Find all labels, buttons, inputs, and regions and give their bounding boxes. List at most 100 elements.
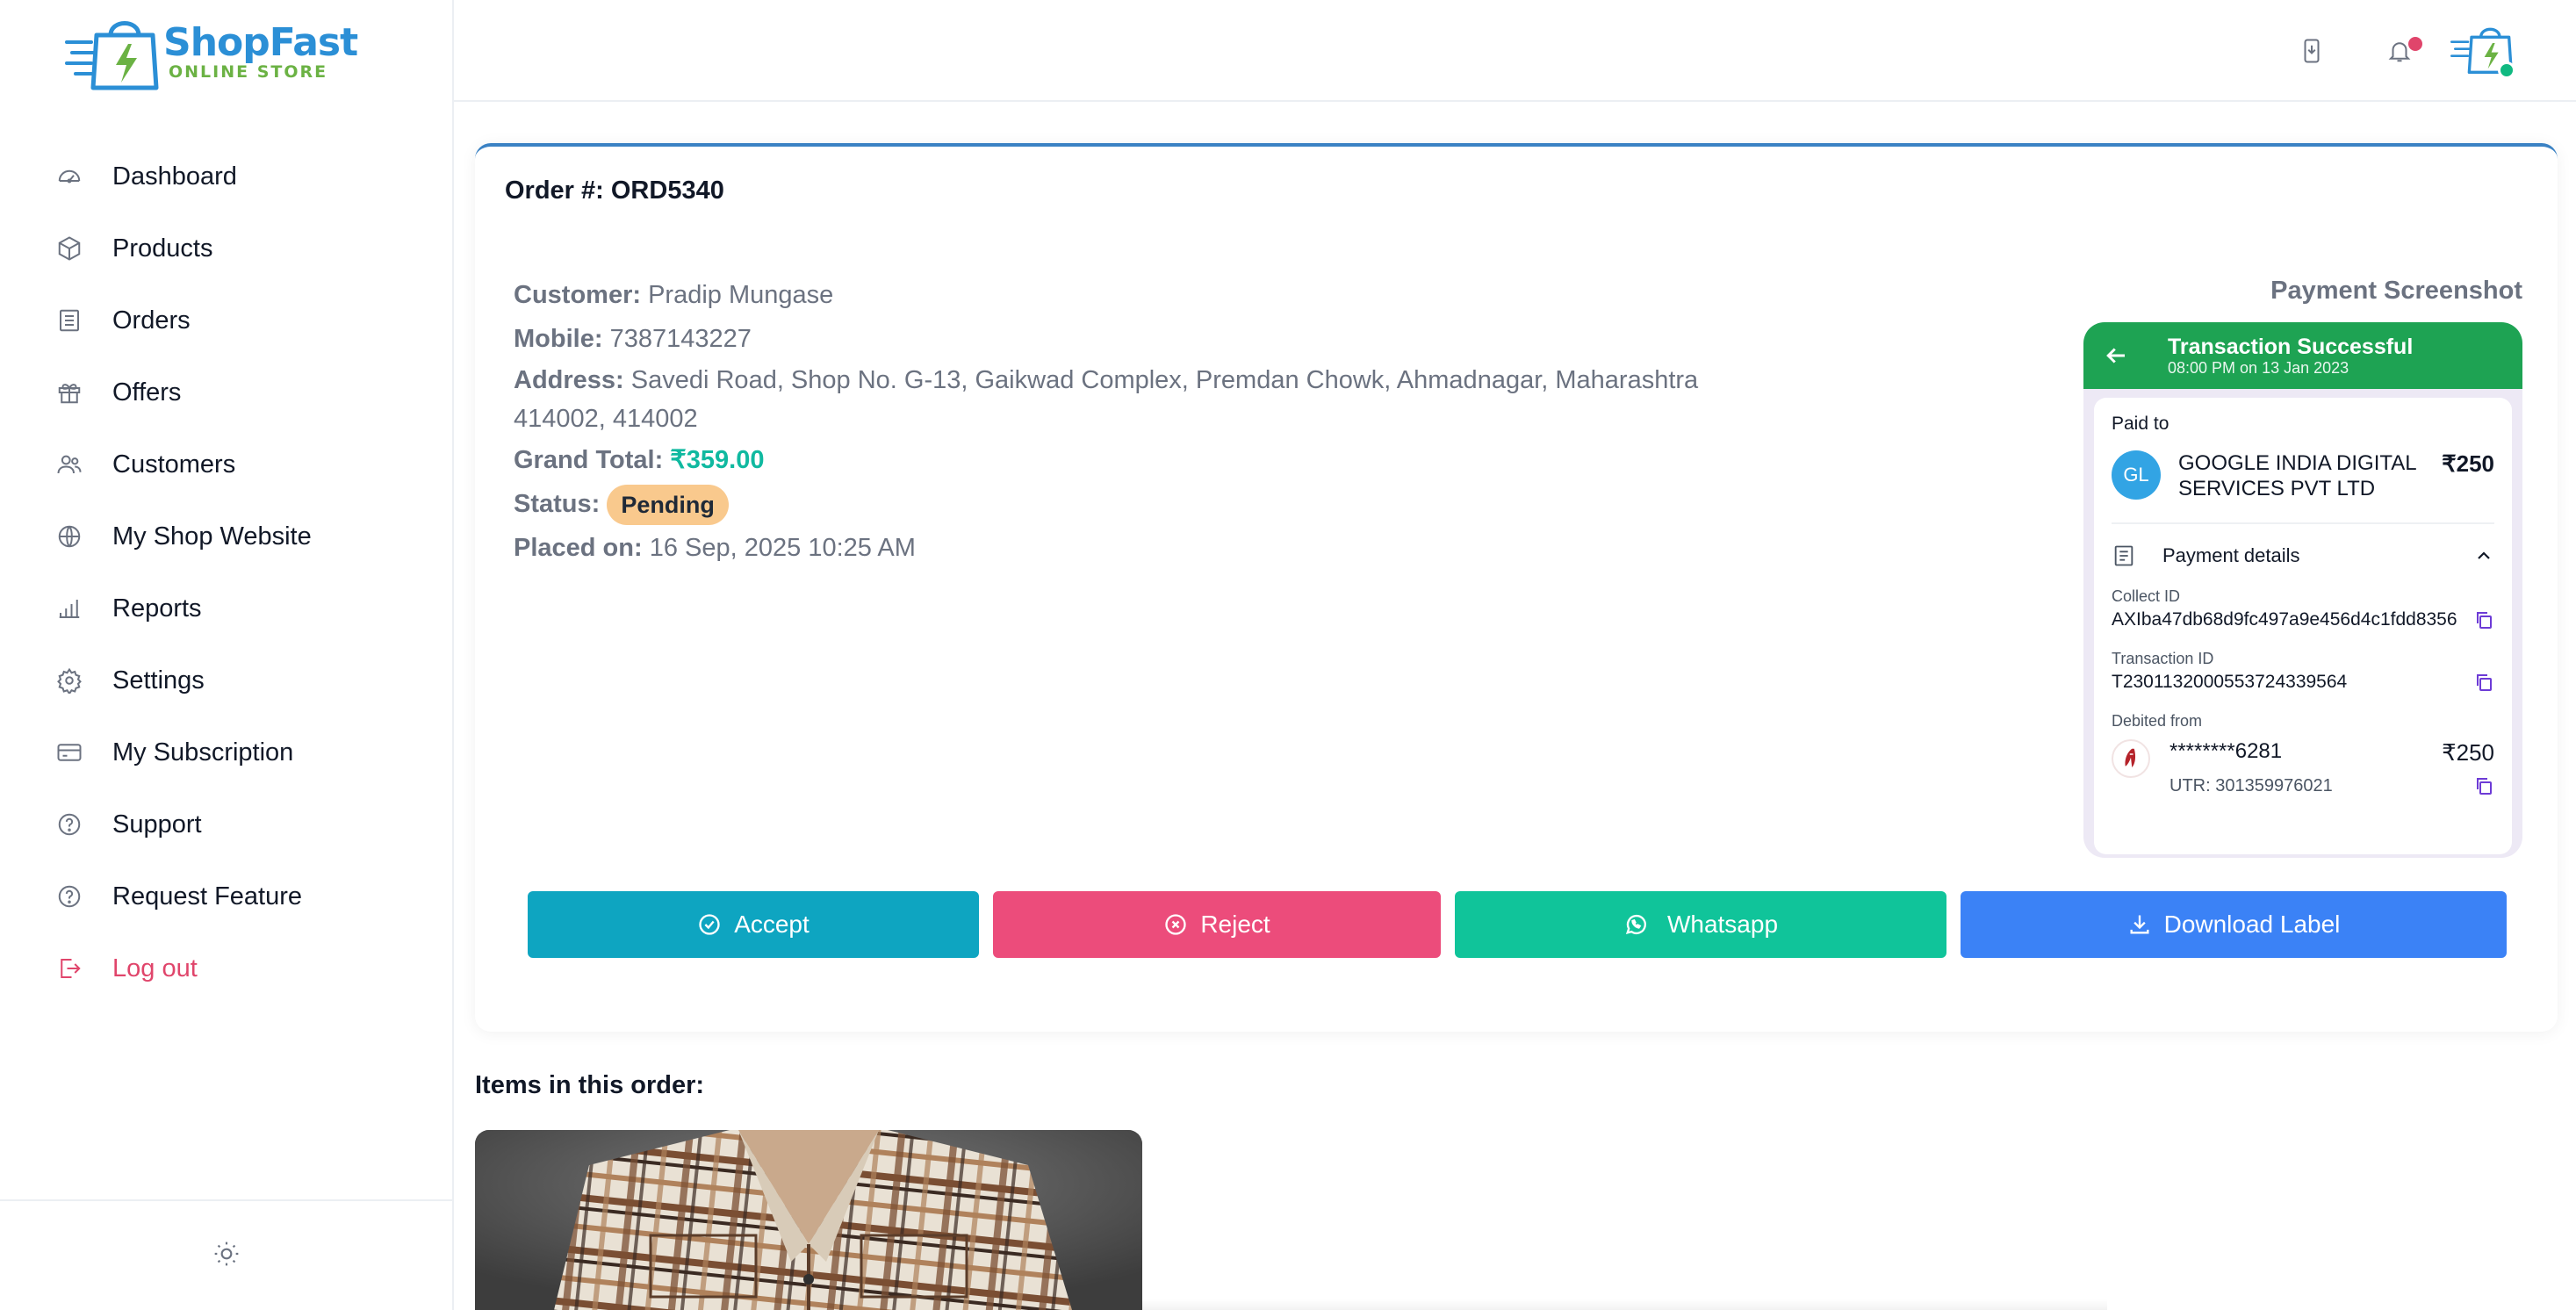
download-label-button[interactable]: Download Label [1961, 891, 2507, 958]
debit-account: ********6281 [2169, 739, 2283, 763]
mobile-row: Mobile: 7387143227 [514, 317, 1708, 361]
status-label: Status: [514, 490, 601, 518]
sidebar-item-label: My Subscription [112, 738, 294, 767]
sidebar-footer [0, 1199, 452, 1310]
sidebar-item-products[interactable]: Products [0, 212, 452, 284]
collect-id-block: Collect ID AXIba47db68d9fc497a9e456d4c1f… [2112, 587, 2494, 630]
debit-row: ********6281 UTR: 301359976021 ₹250 [2112, 739, 2494, 796]
chevron-up-icon [2478, 551, 2490, 559]
utr-value: UTR: 301359976021 [2169, 776, 2333, 795]
bar-chart-icon [54, 594, 84, 623]
mobile-number: 7387143227 [609, 325, 752, 353]
users-icon [54, 450, 84, 479]
payment-screenshot-title: Payment Screenshot [2270, 277, 2522, 305]
address-row: Address: Savedi Road, Shop No. G-13, Gai… [514, 361, 1708, 438]
sidebar-item-label: Log out [112, 954, 198, 982]
debit-amount: ₹250 [2442, 739, 2494, 766]
sidebar: ShopFast ONLINE STORE Dashboard Products… [0, 0, 454, 1310]
copy-icon [2473, 672, 2494, 693]
grand-total-value: ₹359.00 [670, 446, 765, 474]
payment-body: Paid to GL GOOGLE INDIA DIGITAL SERVICES… [2094, 398, 2512, 854]
payment-datetime: 08:00 PM on 13 Jan 2023 [2168, 359, 2349, 377]
sidebar-item-dashboard[interactable]: Dashboard [0, 140, 452, 212]
sidebar-item-my-subscription[interactable]: My Subscription [0, 716, 452, 788]
sidebar-item-label: Offers [112, 378, 182, 407]
accept-button[interactable]: Accept [528, 891, 979, 958]
avatar[interactable] [2450, 16, 2521, 81]
address-value: Savedi Road, Shop No. G-13, Gaikwad Comp… [514, 366, 1699, 433]
sidebar-item-label: Dashboard [112, 162, 237, 191]
sidebar-item-request-feature[interactable]: Request Feature [0, 860, 452, 932]
help-icon [54, 882, 84, 911]
gift-icon [54, 378, 84, 407]
status-row: Status: Pending [514, 482, 1708, 526]
brand-name-fast: Fast [269, 20, 358, 65]
sun-icon[interactable] [212, 1240, 241, 1272]
paid-to-label: Paid to [2112, 414, 2169, 434]
transaction-id-value: T2301132000553724339564 [2112, 672, 2348, 692]
order-actions: Accept Reject Whatsapp Download Label [528, 891, 2507, 958]
shopping-bag-logo-icon [65, 21, 159, 90]
sidebar-item-orders[interactable]: Orders [0, 284, 452, 356]
whatsapp-button[interactable]: Whatsapp [1455, 891, 1946, 958]
brand-logo[interactable]: ShopFast ONLINE STORE [65, 12, 363, 91]
sidebar-item-reports[interactable]: Reports [0, 572, 452, 644]
order-title: Order #: ORD5340 [505, 176, 724, 205]
logout-icon [54, 954, 84, 983]
download-icon [2130, 915, 2149, 934]
placed-on-value: 16 Sep, 2025 10:25 AM [649, 534, 916, 562]
debited-from-label: Debited from [2112, 712, 2203, 730]
items-heading: Items in this order: [475, 1071, 705, 1099]
grand-total-row: Grand Total: ₹359.00 [514, 438, 1708, 482]
x-circle-icon [1165, 914, 1186, 935]
reject-label: Reject [1200, 911, 1270, 938]
sidebar-item-label: Orders [112, 306, 191, 335]
payment-details-label: Payment details [2162, 544, 2300, 566]
sidebar-item-settings[interactable]: Settings [0, 644, 452, 716]
transaction-id-block: Transaction ID T2301132000553724339564 [2112, 650, 2494, 693]
check-circle-icon [699, 914, 720, 935]
install-app-button[interactable] [2287, 26, 2336, 76]
order-card: Order #: ORD5340 Customer: Pradip Mungas… [475, 143, 2558, 1032]
reject-button[interactable]: Reject [993, 891, 1441, 958]
sidebar-item-logout[interactable]: Log out [0, 932, 452, 1004]
sidebar-item-label: Settings [112, 666, 205, 695]
accept-label: Accept [734, 911, 809, 938]
app-root: ShopFast ONLINE STORE Dashboard Products… [0, 0, 2576, 1310]
brand-name-shop: Shop [163, 20, 270, 65]
sidebar-nav: Dashboard Products Orders Offers Custome… [0, 140, 452, 1004]
globe-icon [54, 522, 84, 551]
box-icon [54, 234, 84, 263]
mobile-label: Mobile: [514, 325, 603, 353]
whatsapp-icon [1625, 914, 1646, 935]
sidebar-item-label: Customers [112, 450, 236, 479]
online-status-dot [2498, 61, 2515, 79]
payment-screenshot[interactable]: Transaction Successful 08:00 PM on 13 Ja… [2083, 322, 2522, 858]
sidebar-item-offers[interactable]: Offers [0, 356, 452, 428]
placed-on-row: Placed on: 16 Sep, 2025 10:25 AM [514, 526, 1708, 570]
sidebar-item-support[interactable]: Support [0, 788, 452, 860]
sidebar-item-label: My Shop Website [112, 522, 312, 551]
bottom-shadow [1141, 1299, 2107, 1310]
help-icon [54, 810, 84, 839]
customer-row: Customer: Pradip Mungase [514, 273, 1708, 317]
orders-icon [54, 306, 84, 335]
arrow-left-icon [2106, 348, 2125, 363]
sidebar-item-my-shop-website[interactable]: My Shop Website [0, 500, 452, 572]
product-image[interactable] [475, 1130, 1142, 1310]
address-label: Address: [514, 366, 624, 394]
phone-download-icon [2304, 39, 2320, 63]
receipt-icon [2114, 545, 2133, 566]
brand-tagline: ONLINE STORE [169, 62, 328, 82]
credit-card-icon [54, 738, 84, 767]
download-label-text: Download Label [2163, 911, 2341, 938]
sidebar-item-customers[interactable]: Customers [0, 428, 452, 500]
notifications-button[interactable] [2375, 26, 2424, 76]
gear-icon [54, 666, 84, 695]
customer-name: Pradip Mungase [648, 281, 834, 309]
sidebar-item-label: Support [112, 810, 202, 839]
sidebar-item-label: Reports [112, 594, 202, 623]
status-badge: Pending [607, 485, 729, 526]
payee-name: GOOGLE INDIA DIGITAL SERVICES PVT LTD [2178, 451, 2416, 500]
plaid-shirt-image [475, 1130, 1142, 1310]
